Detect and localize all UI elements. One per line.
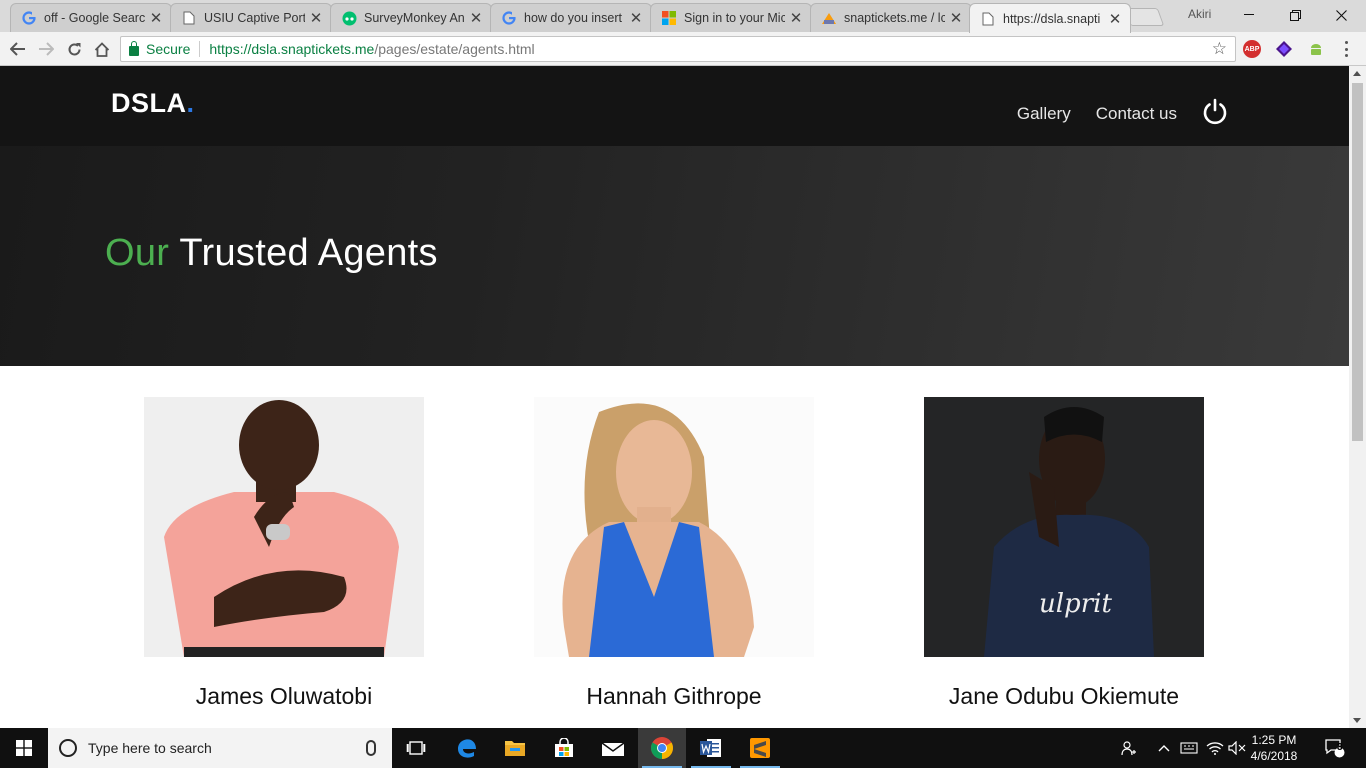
tab-dsla-agents[interactable]: https://dsla.snapti ✕ — [969, 3, 1131, 33]
file-explorer-icon[interactable] — [491, 728, 539, 768]
agents-grid: James Oluwatobi Hannah Githrope ulprit J… — [0, 366, 1349, 728]
android-icon[interactable] — [1307, 40, 1325, 58]
close-tab-icon[interactable]: ✕ — [149, 9, 163, 27]
close-tab-icon[interactable]: ✕ — [1108, 10, 1122, 28]
tab-how-do-you-insert[interactable]: how do you insert ✕ — [490, 3, 652, 32]
svg-text:ulprit: ulprit — [1039, 589, 1112, 619]
input-language-icon[interactable] — [1178, 728, 1200, 768]
close-tab-icon[interactable]: ✕ — [949, 9, 963, 27]
windows-start-icon[interactable] — [0, 728, 48, 768]
chevron-up-icon[interactable] — [1155, 728, 1173, 768]
chrome-icon[interactable] — [638, 728, 686, 768]
tab-microsoft-sign-in[interactable]: Sign in to your Mic ✕ — [650, 3, 812, 32]
address-bar[interactable]: Secure https://dsla.snaptickets.me/pages… — [120, 36, 1236, 62]
page-icon — [980, 11, 996, 27]
site-nav: Gallery Contact us — [1017, 98, 1229, 125]
task-view-icon[interactable] — [392, 728, 440, 768]
sublime-text-icon[interactable] — [736, 728, 784, 768]
notification-count: 3 — [1337, 742, 1343, 753]
minimize-icon[interactable] — [1226, 0, 1272, 30]
extension-purple-icon[interactable] — [1275, 40, 1293, 58]
google-icon — [21, 10, 37, 26]
wifi-icon[interactable] — [1204, 728, 1226, 768]
agent-photo-man-pink-shirt — [144, 397, 424, 657]
url-host: https://dsla.snaptickets.me — [209, 41, 375, 57]
agent-card[interactable]: James Oluwatobi — [144, 397, 424, 709]
agent-photo-woman-blue-top — [534, 397, 814, 657]
window-close-icon[interactable] — [1318, 0, 1364, 30]
scroll-thumb[interactable] — [1352, 83, 1363, 441]
hero-banner: Our Trusted Agents — [0, 146, 1349, 366]
taskbar-search-box[interactable]: Type here to search — [48, 728, 392, 768]
url-path: /pages/estate/agents.html — [374, 41, 535, 57]
microphone-icon[interactable] — [366, 740, 376, 756]
windows-taskbar: Type here to search 1:25 PM 4/6/2018 3 — [0, 728, 1366, 768]
agent-card[interactable]: ulprit Jane Odubu Okiemute — [924, 397, 1204, 709]
power-icon[interactable] — [1201, 97, 1229, 125]
nav-gallery-link[interactable]: Gallery — [1017, 104, 1071, 124]
tab-surveymonkey[interactable]: SurveyMonkey An ✕ — [330, 3, 492, 32]
agent-name[interactable]: Hannah Githrope — [494, 683, 854, 710]
tab-phpmyadmin[interactable]: snaptickets.me / lc ✕ — [810, 3, 972, 32]
close-tab-icon[interactable]: ✕ — [629, 9, 643, 27]
phpmyadmin-icon — [821, 10, 837, 26]
browser-menu-icon[interactable] — [1341, 39, 1351, 59]
page-icon — [181, 10, 197, 26]
nav-contact-link[interactable]: Contact us — [1096, 104, 1177, 124]
site-header: DSLA. Gallery Contact us — [0, 66, 1349, 146]
microsoft-icon — [661, 10, 677, 26]
page-scrollbar[interactable] — [1349, 66, 1366, 728]
back-icon[interactable] — [7, 38, 29, 60]
profile-name[interactable]: Akiri — [1188, 7, 1211, 21]
word-icon[interactable] — [687, 728, 735, 768]
browser-toolbar: Secure https://dsla.snaptickets.me/pages… — [0, 32, 1366, 66]
scroll-up-icon[interactable] — [1353, 71, 1361, 76]
browser-tab-strip: off - Google Searc ✕ USIU Captive Porta … — [0, 0, 1366, 33]
restore-icon[interactable] — [1272, 0, 1318, 30]
site-logo[interactable]: DSLA. — [111, 88, 195, 119]
people-icon[interactable] — [1118, 728, 1140, 768]
tab-usiu-captive-portal[interactable]: USIU Captive Porta ✕ — [170, 3, 332, 32]
close-tab-icon[interactable]: ✕ — [309, 9, 323, 27]
secure-indicator[interactable]: Secure — [129, 40, 190, 57]
close-tab-icon[interactable]: ✕ — [789, 9, 803, 27]
agent-photo-man-dark-tee: ulprit — [924, 397, 1204, 657]
forward-icon[interactable] — [35, 38, 57, 60]
agent-name[interactable]: James Oluwatobi — [104, 683, 464, 710]
tab-google-search[interactable]: off - Google Searc ✕ — [10, 3, 172, 32]
page-title: Our Trusted Agents — [105, 232, 438, 274]
mail-icon[interactable] — [589, 728, 637, 768]
surveymonkey-icon — [341, 10, 357, 26]
cortana-icon — [59, 739, 77, 757]
system-clock[interactable]: 1:25 PM 4/6/2018 — [1244, 732, 1304, 764]
page-viewport: DSLA. Gallery Contact us Our Trusted Age… — [0, 66, 1349, 728]
adblock-plus-icon[interactable]: ABP — [1243, 40, 1261, 58]
google-icon — [501, 10, 517, 26]
edge-browser-icon[interactable] — [443, 728, 491, 768]
agent-name[interactable]: Jane Odubu Okiemute — [884, 683, 1244, 710]
agent-card[interactable]: Hannah Githrope — [534, 397, 814, 709]
store-icon[interactable] — [540, 728, 588, 768]
close-tab-icon[interactable]: ✕ — [469, 9, 483, 27]
scroll-down-icon[interactable] — [1353, 718, 1361, 723]
lock-icon — [129, 40, 139, 56]
notification-center-icon[interactable]: 3 — [1318, 728, 1352, 768]
home-icon[interactable] — [91, 38, 113, 60]
reload-icon[interactable] — [63, 38, 85, 60]
bookmark-star-icon[interactable]: ☆ — [1212, 39, 1227, 59]
